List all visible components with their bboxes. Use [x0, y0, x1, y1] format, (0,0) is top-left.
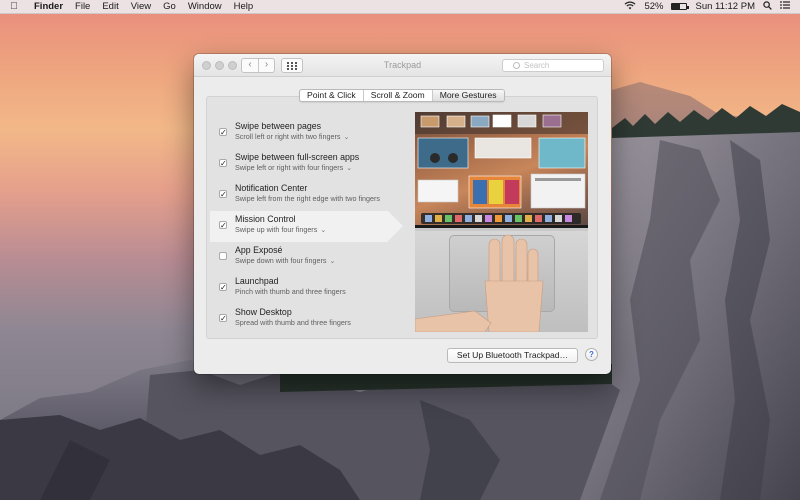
menu-window[interactable]: Window [182, 0, 228, 14]
gesture-subtitle-text: Swipe down with four fingers [235, 256, 327, 265]
tab-more-gestures[interactable]: More Gestures [431, 90, 504, 101]
search-input[interactable]: Search [502, 59, 604, 72]
hand-four-fingers-illustration [415, 234, 544, 332]
mission-control-preview-screen [415, 112, 588, 228]
gesture-title: App Exposé [235, 245, 283, 255]
chevron-down-icon[interactable]: ⌄ [343, 134, 349, 141]
gesture-row-swipe-between-full-screen-apps[interactable]: ✓ Swipe between full-screen apps Swipe l… [213, 149, 403, 180]
apple-logo-icon[interactable]:  [0, 1, 28, 12]
checkbox-show-desktop[interactable]: ✓ [219, 314, 227, 323]
battery-level-fill [672, 4, 680, 9]
gesture-row-mission-control[interactable]: ✓ Mission Control Swipe up with four fin… [210, 211, 403, 242]
trackpad-illustration [415, 231, 588, 332]
menu-bar:  Finder File Edit View Go Window Help 5… [0, 0, 800, 14]
trackpad-preferences-window: ‹ › Trackpad Search Point & Click Scroll… [194, 54, 611, 374]
search-placeholder: Search [524, 61, 550, 70]
gesture-title: Show Desktop [235, 307, 292, 317]
gesture-subtitle: Spread with thumb and three fingers [235, 318, 351, 327]
tab-scroll-zoom[interactable]: Scroll & Zoom [362, 90, 432, 101]
gesture-title: Swipe between full-screen apps [235, 152, 360, 162]
notification-center-icon[interactable] [780, 1, 790, 12]
clock[interactable]: Sun 11:12 PM [695, 1, 755, 12]
chevron-down-icon[interactable]: ⌄ [346, 165, 352, 172]
tab-bar: Point & Click Scroll & Zoom More Gesture… [299, 89, 505, 102]
gesture-subtitle[interactable]: Scroll left or right with two fingers ⌄ [235, 132, 403, 143]
battery-percent[interactable]: 52% [644, 1, 663, 12]
menu-help[interactable]: Help [228, 0, 260, 14]
menu-file[interactable]: File [69, 0, 96, 14]
selection-pointer [388, 211, 403, 241]
gesture-title: Swipe between pages [235, 121, 322, 131]
chevron-down-icon[interactable]: ⌄ [320, 227, 326, 234]
checkbox-notification-center[interactable]: ✓ [219, 190, 227, 199]
gesture-row-swipe-between-pages[interactable]: ✓ Swipe between pages Scroll left or rig… [213, 118, 403, 149]
status-area: 52% Sun 11:12 PM [624, 0, 800, 13]
wifi-icon[interactable] [624, 1, 636, 13]
menu-view[interactable]: View [125, 0, 157, 14]
gesture-subtitle[interactable]: Swipe up with four fingers ⌄ [235, 225, 388, 236]
checkbox-swipe-full-screen-apps[interactable]: ✓ [219, 159, 227, 168]
gesture-subtitle: Swipe left from the right edge with two … [235, 194, 381, 203]
checkbox-swipe-between-pages[interactable]: ✓ [219, 128, 227, 137]
checkbox-launchpad[interactable]: ✓ [219, 283, 227, 292]
menu-edit[interactable]: Edit [96, 0, 124, 14]
help-button[interactable]: ? [585, 348, 598, 361]
gesture-row-launchpad[interactable]: ✓ Launchpad Pinch with thumb and three f… [213, 273, 403, 304]
gesture-subtitle-text: Scroll left or right with two fingers [235, 132, 341, 141]
battery-icon[interactable] [671, 3, 690, 10]
chevron-down-icon[interactable]: ⌄ [330, 258, 336, 265]
window-titlebar: ‹ › Trackpad Search [194, 54, 611, 77]
gesture-title: Notification Center [235, 183, 308, 193]
gesture-subtitle-text: Swipe up with four fingers [235, 225, 318, 234]
gesture-subtitle[interactable]: Swipe left or right with four fingers ⌄ [235, 163, 403, 174]
menu-finder[interactable]: Finder [28, 0, 69, 14]
gesture-row-show-desktop[interactable]: ✓ Show Desktop Spread with thumb and thr… [213, 304, 403, 335]
search-icon [513, 62, 520, 69]
gesture-title: Mission Control [235, 214, 296, 224]
mission-control-illustration [415, 112, 588, 224]
gesture-row-app-expose[interactable]: App Exposé Swipe down with four fingers ⌄ [213, 242, 403, 273]
gesture-subtitle-text: Swipe left or right with four fingers [235, 163, 344, 172]
gesture-title: Launchpad [235, 276, 279, 286]
gesture-subtitle: Pinch with thumb and three fingers [235, 287, 346, 296]
gesture-preview-video [415, 112, 588, 332]
checkbox-mission-control[interactable]: ✓ [219, 221, 227, 230]
gesture-row-notification-center[interactable]: ✓ Notification Center Swipe left from th… [213, 180, 403, 211]
checkbox-app-expose[interactable] [219, 252, 227, 260]
gestures-panel: ✓ Swipe between pages Scroll left or rig… [206, 96, 598, 339]
set-up-bluetooth-trackpad-button[interactable]: Set Up Bluetooth Trackpad… [447, 348, 578, 363]
spotlight-search-icon[interactable] [763, 0, 772, 13]
menu-go[interactable]: Go [157, 0, 182, 14]
gesture-subtitle[interactable]: Swipe down with four fingers ⌄ [235, 256, 403, 267]
tab-point-click[interactable]: Point & Click [300, 90, 363, 101]
